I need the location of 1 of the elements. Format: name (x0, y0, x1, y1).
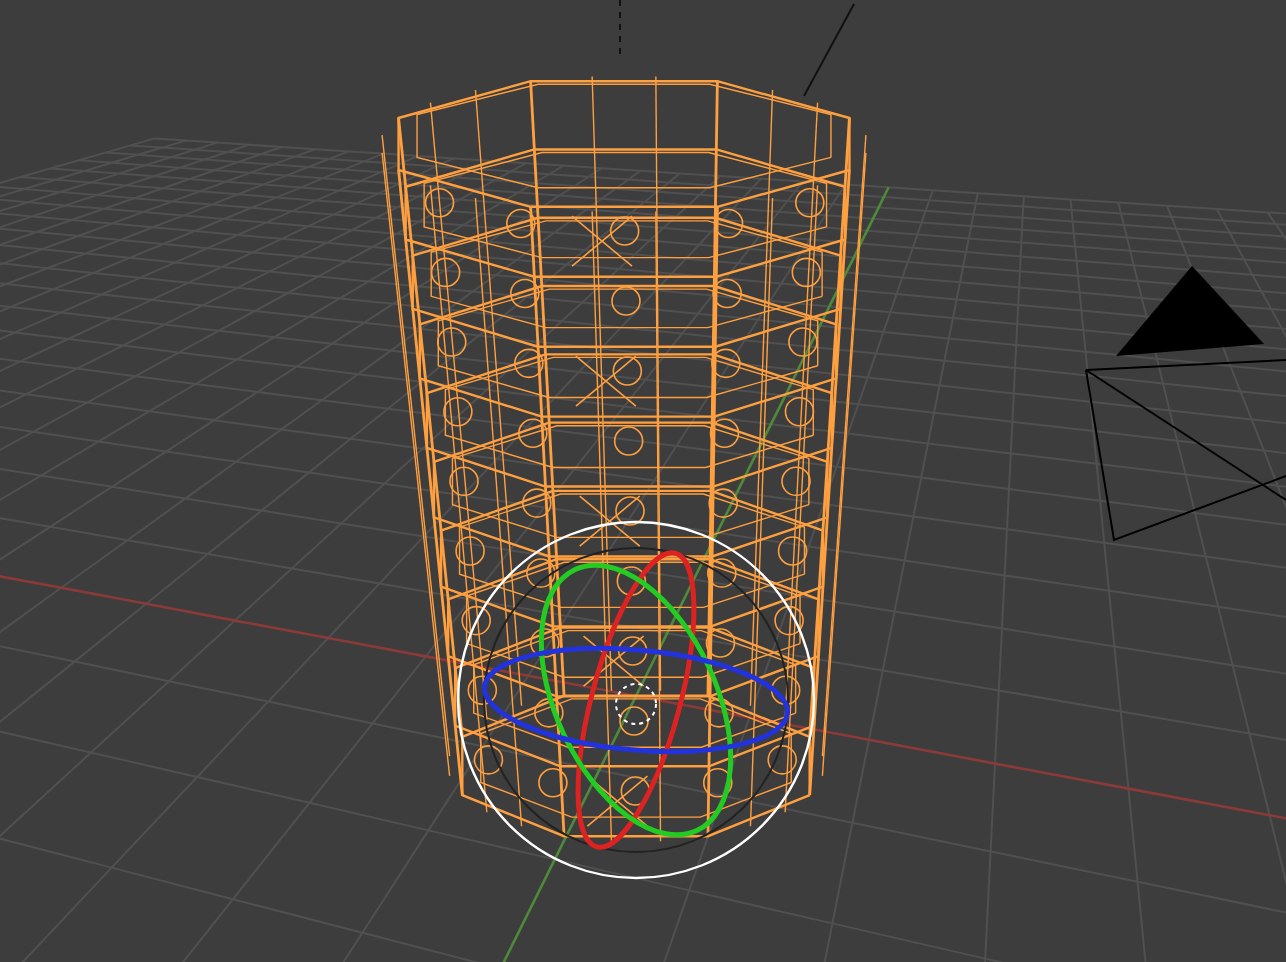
rotate-gizmo-drawing[interactable] (456, 520, 816, 880)
